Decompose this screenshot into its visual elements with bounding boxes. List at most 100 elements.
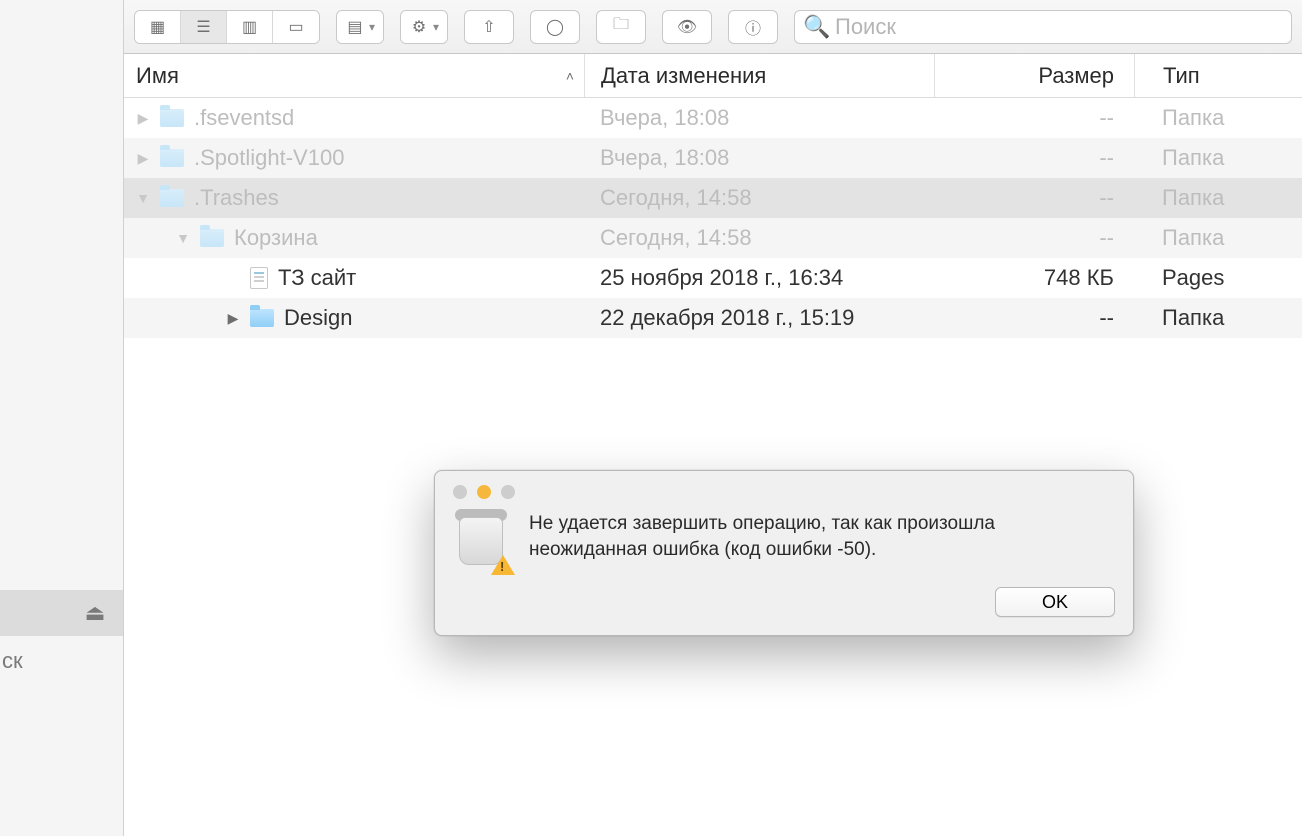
cell-type: Папка [1134, 185, 1302, 211]
sidebar-spacer [0, 0, 123, 590]
header-date[interactable]: Дата изменения [584, 54, 934, 97]
file-name: Корзина [234, 225, 318, 251]
file-list: ▶.fseventsdВчера, 18:08--Папка▶.Spotligh… [124, 98, 1302, 836]
cell-name: ▼ .Trashes [124, 185, 584, 211]
cell-date: Вчера, 18:08 [584, 145, 934, 171]
info-icon: ⓘ [743, 17, 763, 37]
zoom-window-button[interactable] [501, 485, 515, 499]
arrange-button[interactable]: ▤▾ [337, 11, 383, 43]
cell-name: ▶ .fseventsd [124, 105, 584, 131]
disclosure-closed-icon[interactable]: ▶ [224, 309, 242, 327]
cell-type: Папка [1134, 305, 1302, 331]
view-icons-button[interactable]: ▦ [135, 11, 181, 43]
cell-date: 25 ноября 2018 г., 16:34 [584, 265, 934, 291]
cell-date: Сегодня, 14:58 [584, 225, 934, 251]
new-folder-button[interactable]: 🗀 [596, 10, 646, 44]
minimize-window-button[interactable] [477, 485, 491, 499]
info-button[interactable]: ⓘ [728, 10, 778, 44]
header-date-label: Дата изменения [601, 63, 766, 89]
cell-name: ▼ Корзина [124, 225, 584, 251]
share-button[interactable]: ⇧ [464, 10, 514, 44]
table-row[interactable]: ▶ Design 22 декабря 2018 г., 15:19--Папка [124, 298, 1302, 338]
action-button[interactable]: ⚙▾ [401, 11, 447, 43]
cell-date: 22 декабря 2018 г., 15:19 [584, 305, 934, 331]
cell-name: ТЗ сайт [124, 265, 584, 291]
folder-plus-icon: 🗀 [611, 17, 631, 37]
cell-date: Вчера, 18:08 [584, 105, 934, 131]
sidebar-bottom-pad [0, 686, 123, 836]
sidebar-disk-item[interactable]: ск [0, 636, 123, 686]
cell-date: Сегодня, 14:58 [584, 185, 934, 211]
cell-name: ▶.Spotlight-V100 [124, 145, 584, 171]
toolbar: ▦ ☰ ▥ ▭ ▤▾ ⚙▾ ⇧ ◯ 🗀 👁 ⓘ 🔍 Поиск [124, 0, 1302, 54]
header-size-label: Размер [1038, 63, 1114, 89]
cell-size: 748 КБ [934, 265, 1134, 291]
view-list-button[interactable]: ☰ [181, 11, 227, 43]
search-icon: 🔍 [807, 17, 827, 37]
file-name: Design [284, 305, 352, 331]
header-type-label: Тип [1163, 63, 1200, 89]
columns-icon: ▥ [240, 17, 260, 37]
file-name: .Trashes [194, 185, 279, 211]
main-pane: ▦ ☰ ▥ ▭ ▤▾ ⚙▾ ⇧ ◯ 🗀 👁 ⓘ 🔍 Поиск [124, 0, 1302, 836]
header-name[interactable]: Имя ˄ [124, 63, 584, 89]
table-row[interactable]: ▼ Корзина Сегодня, 14:58--Папка [124, 218, 1302, 258]
search-field[interactable]: 🔍 Поиск [794, 10, 1292, 44]
folder-icon [160, 189, 184, 207]
disclosure-open-icon[interactable]: ▼ [174, 229, 192, 247]
list-icon: ☰ [194, 17, 214, 37]
dialog-actions: OK [453, 587, 1115, 617]
ok-button[interactable]: OK [995, 587, 1115, 617]
window-controls [453, 485, 1115, 499]
chevron-down-icon: ▾ [369, 20, 375, 34]
disclosure-closed-icon [224, 269, 242, 287]
file-name: .fseventsd [194, 105, 294, 131]
view-columns-button[interactable]: ▥ [227, 11, 273, 43]
disclosure-closed-icon[interactable]: ▶ [134, 149, 152, 167]
cell-size: -- [934, 185, 1134, 211]
dialog-message: Не удается завершить операцию, так как п… [529, 509, 1115, 571]
folder-icon [160, 149, 184, 167]
header-type[interactable]: Тип [1134, 54, 1302, 97]
trash-warning-icon [453, 509, 511, 571]
cell-size: -- [934, 305, 1134, 331]
disclosure-closed-icon[interactable]: ▶ [134, 109, 152, 127]
table-row[interactable]: ▼ .Trashes Сегодня, 14:58--Папка [124, 178, 1302, 218]
folder-icon [160, 109, 184, 127]
quicklook-button[interactable]: 👁 [662, 10, 712, 44]
folder-icon [250, 309, 274, 327]
error-dialog: Не удается завершить операцию, так как п… [434, 470, 1134, 636]
table-row[interactable]: ▶.fseventsdВчера, 18:08--Папка [124, 98, 1302, 138]
arrange-group[interactable]: ▤▾ [336, 10, 384, 44]
close-window-button[interactable] [453, 485, 467, 499]
column-headers: Имя ˄ Дата изменения Размер Тип [124, 54, 1302, 98]
sidebar-disk-label: ск [2, 648, 23, 674]
sort-ascending-icon: ˄ [566, 68, 574, 84]
cell-type: Папка [1134, 225, 1302, 251]
gear-icon: ⚙ [409, 17, 429, 37]
table-row[interactable]: ▶.Spotlight-V100Вчера, 18:08--Папка [124, 138, 1302, 178]
cell-type: Папка [1134, 105, 1302, 131]
sidebar-eject-row[interactable]: ⏏ [0, 590, 123, 636]
tag-icon: ◯ [545, 17, 565, 37]
gallery-icon: ▭ [286, 17, 306, 37]
view-gallery-button[interactable]: ▭ [273, 11, 319, 43]
file-name: ТЗ сайт [278, 265, 356, 291]
disclosure-open-icon[interactable]: ▼ [134, 189, 152, 207]
cell-name: ▶ Design [124, 305, 584, 331]
document-icon [250, 267, 268, 289]
action-group[interactable]: ⚙▾ [400, 10, 448, 44]
cell-type: Pages [1134, 265, 1302, 291]
search-placeholder: Поиск [835, 14, 896, 40]
header-name-label: Имя [136, 63, 179, 89]
table-row[interactable]: ТЗ сайт 25 ноября 2018 г., 16:34748 КБPag… [124, 258, 1302, 298]
cell-size: -- [934, 225, 1134, 251]
view-mode-group: ▦ ☰ ▥ ▭ [134, 10, 320, 44]
share-icon: ⇧ [479, 17, 499, 37]
grid-icon: ▦ [148, 17, 168, 37]
cell-size: -- [934, 145, 1134, 171]
arrange-icon: ▤ [345, 17, 365, 37]
header-size[interactable]: Размер [934, 54, 1134, 97]
sidebar: ⏏ ск [0, 0, 124, 836]
tags-button[interactable]: ◯ [530, 10, 580, 44]
